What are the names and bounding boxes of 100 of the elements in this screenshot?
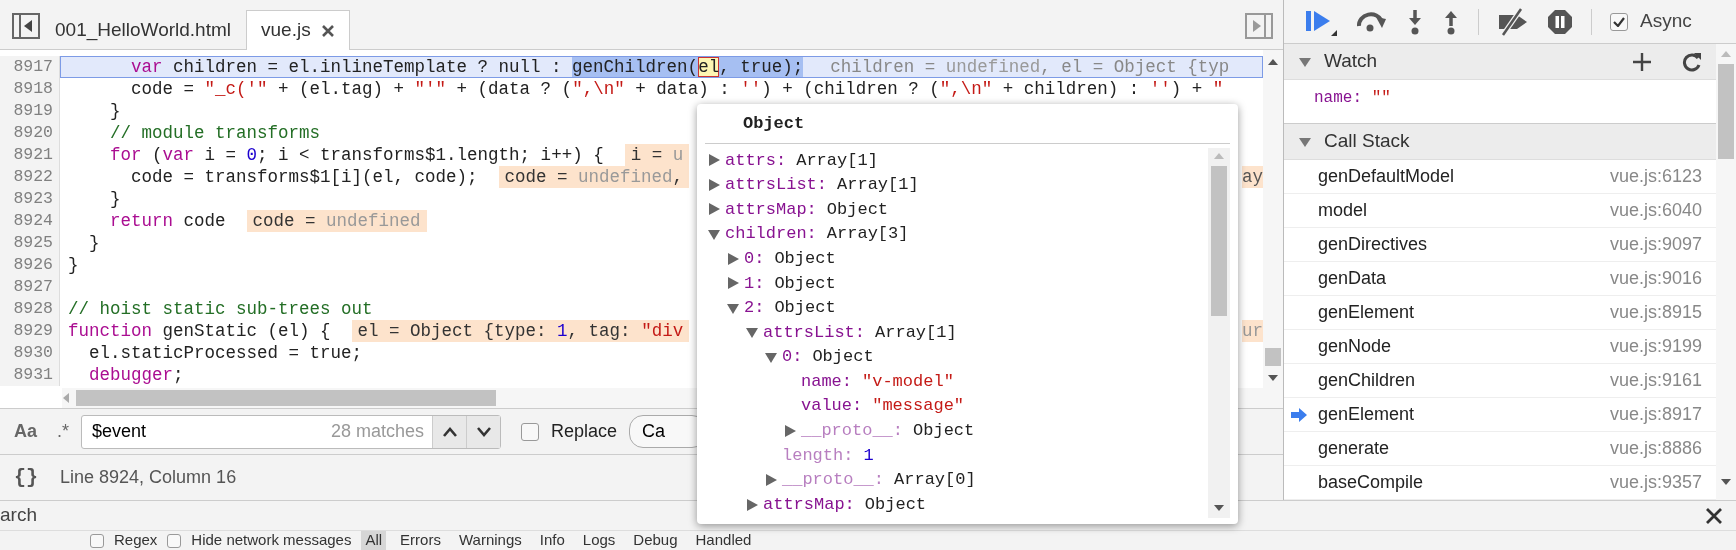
line-number: 8931: [0, 364, 60, 386]
expand-arrow-icon[interactable]: [764, 473, 778, 487]
filter-button[interactable]: Warnings: [454, 531, 526, 550]
code-line: }: [68, 254, 79, 276]
function-name[interactable]: genElement: [1318, 401, 1415, 428]
source-link[interactable]: vue.js:9161: [1609, 367, 1702, 394]
inline-value: code = undefined: [246, 210, 427, 232]
pause-icon[interactable]: [1547, 8, 1573, 35]
section-title[interactable]: Call Stack: [1324, 127, 1410, 156]
search-field[interactable]: arch: [0, 501, 37, 530]
scrollbar[interactable]: [1716, 44, 1736, 500]
pretty-print-button[interactable]: {}: [14, 462, 38, 493]
function-name[interactable]: generate: [1318, 435, 1390, 462]
scroll-down-icon[interactable]: [1720, 478, 1732, 486]
inline-value: ay: [1242, 166, 1263, 188]
sidebar-toggle-icon[interactable]: [1245, 13, 1273, 39]
tree-item[interactable]: attrsMap: Object: [697, 197, 1208, 222]
function-name[interactable]: model: [1318, 197, 1368, 224]
function-name[interactable]: genElement: [1318, 299, 1415, 326]
expand-arrow-icon[interactable]: [707, 177, 721, 192]
search-box[interactable]: $event 28 matches: [81, 414, 502, 449]
tree-item[interactable]: attrsMap: Object: [697, 492, 1208, 517]
collapse-arrow-icon[interactable]: [745, 325, 759, 340]
close-icon[interactable]: [320, 23, 335, 38]
source-link[interactable]: vue.js:8915: [1609, 299, 1702, 326]
line-number: 8920: [0, 122, 60, 144]
function-name[interactable]: genDefaultModel: [1318, 163, 1455, 190]
function-name[interactable]: genChildren: [1318, 367, 1416, 394]
scroll-down-icon[interactable]: [1213, 504, 1225, 512]
checkbox[interactable]: [1610, 12, 1628, 31]
tree-item[interactable]: __proto__: Array[0]: [697, 467, 1208, 493]
scroll-thumb[interactable]: [1265, 348, 1281, 366]
expand-arrow-icon[interactable]: [707, 202, 721, 217]
scroll-down-icon[interactable]: [1267, 374, 1279, 382]
close-icon[interactable]: [1706, 507, 1722, 524]
expand-arrow-icon[interactable]: [707, 153, 721, 168]
filter-label: Hide network messages: [191, 531, 352, 550]
expand-arrow-icon[interactable]: [726, 276, 740, 291]
scrollbar[interactable]: [1263, 50, 1283, 388]
match-case-toggle[interactable]: Aa: [14, 418, 37, 445]
tree-item[interactable]: 1: Object: [697, 270, 1208, 296]
code-line: // module transforms: [109, 122, 321, 144]
breakpoint-slash-icon[interactable]: [1497, 7, 1529, 36]
source-link[interactable]: vue.js:9016: [1609, 265, 1702, 292]
function-name[interactable]: genDirectives: [1318, 231, 1428, 258]
checkbox[interactable]: [521, 422, 540, 441]
line-number: 8927: [0, 276, 60, 298]
function-name[interactable]: baseCompile: [1318, 469, 1424, 496]
checkbox[interactable]: [167, 533, 182, 548]
tree-item[interactable]: attrs: Array[1]: [697, 148, 1208, 173]
scroll-up-icon[interactable]: [1267, 58, 1279, 66]
collapse-arrow-icon[interactable]: [1298, 55, 1312, 68]
source-link[interactable]: vue.js:8917: [1609, 401, 1702, 428]
refresh-icon[interactable]: [1682, 51, 1702, 72]
tree-item[interactable]: attrsList: Array[1]: [697, 320, 1208, 345]
filter-button[interactable]: Debug: [629, 531, 682, 550]
source-link[interactable]: vue.js:6123: [1609, 163, 1702, 190]
scroll-thumb[interactable]: [1211, 166, 1227, 316]
tree-item[interactable]: attrsList: Array[1]: [697, 172, 1208, 198]
source-link[interactable]: vue.js:9097: [1609, 231, 1702, 258]
section-title[interactable]: Watch: [1324, 47, 1378, 76]
tree-item[interactable]: 2: Object: [697, 295, 1208, 321]
function-name[interactable]: genData: [1318, 265, 1387, 292]
collapse-arrow-icon[interactable]: [707, 227, 721, 242]
chevron-up-icon: [442, 426, 457, 437]
code-line: function genStatic (el) {: [68, 320, 331, 342]
source-link[interactable]: vue.js:6040: [1609, 197, 1702, 224]
function-name[interactable]: genNode: [1318, 333, 1392, 360]
add-icon[interactable]: [1632, 51, 1652, 72]
expand-arrow-icon[interactable]: [745, 497, 759, 512]
file-tab[interactable]: vue.js: [246, 10, 350, 50]
filter-button[interactable]: All: [361, 531, 387, 550]
watch-expression: name: "": [1314, 88, 1392, 109]
file-tab[interactable]: 001_HelloWorld.html: [40, 10, 246, 50]
expand-arrow-icon[interactable]: [783, 423, 797, 438]
filter-button[interactable]: Errors: [396, 531, 445, 550]
source-link[interactable]: vue.js:9357: [1609, 469, 1702, 496]
step-into-icon[interactable]: [1406, 8, 1424, 35]
line-number: 8917: [0, 56, 60, 78]
inline-value: children = undefined, el = Object {typ: [829, 56, 1231, 78]
tree-item[interactable]: children: Array[3]: [697, 221, 1208, 247]
previous-match-button[interactable]: [432, 415, 467, 448]
next-match-button[interactable]: [466, 415, 501, 448]
scroll-thumb[interactable]: [1718, 64, 1734, 159]
tree-item[interactable]: 0: Object: [697, 344, 1208, 370]
filter-button[interactable]: Logs: [578, 531, 620, 550]
expand-arrow-icon[interactable]: [726, 251, 740, 266]
filter-button[interactable]: Info: [535, 531, 569, 550]
collapse-arrow-icon[interactable]: [764, 350, 778, 365]
scrollbar[interactable]: [1208, 148, 1230, 518]
checkbox[interactable]: [90, 533, 104, 548]
filter-button[interactable]: Handled: [691, 531, 756, 550]
tree-item[interactable]: 0: Object: [697, 246, 1208, 271]
code-line: }: [109, 188, 121, 210]
step-over-icon[interactable]: [1356, 9, 1388, 34]
source-link[interactable]: vue.js:8886: [1609, 435, 1702, 462]
collapse-arrow-icon[interactable]: [1298, 135, 1312, 148]
navigator-toggle-icon[interactable]: [12, 13, 40, 39]
source-link[interactable]: vue.js:9199: [1609, 333, 1702, 360]
regex-toggle[interactable]: .*: [57, 418, 70, 445]
